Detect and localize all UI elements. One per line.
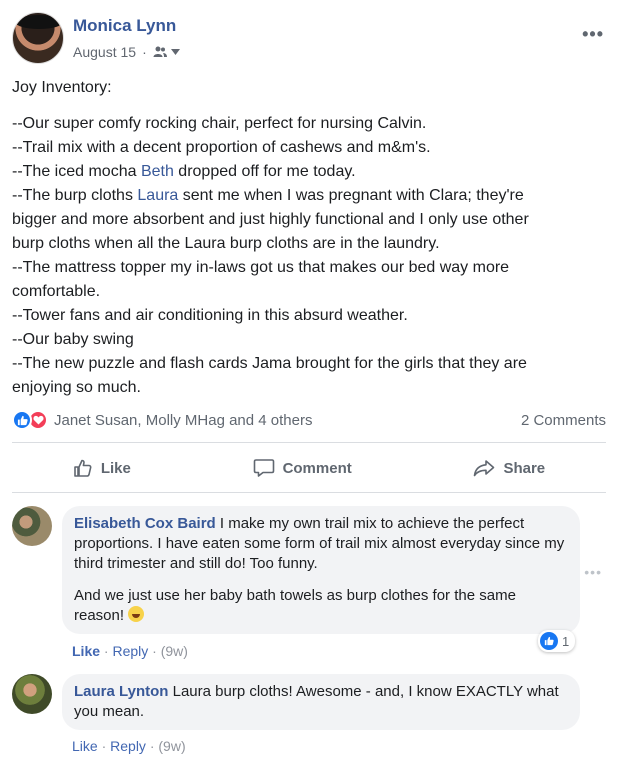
action-separator: · bbox=[103, 643, 109, 659]
comment-reply-link[interactable]: Reply bbox=[110, 738, 146, 754]
comment-time[interactable]: (9w) bbox=[161, 643, 188, 659]
comment-button-label: Comment bbox=[282, 459, 352, 477]
comments-section: Elisabeth Cox Baird I make my own trail … bbox=[0, 494, 618, 762]
mention-link[interactable]: Beth bbox=[141, 163, 174, 180]
like-button-label: Like bbox=[100, 459, 131, 477]
post-line: bigger and more absorbent and just highl… bbox=[12, 211, 529, 228]
post-line: comfortable. bbox=[12, 283, 101, 300]
like-reaction-icon bbox=[540, 632, 558, 650]
divider bbox=[12, 442, 606, 443]
post-line: --The iced mocha Beth dropped off for me… bbox=[12, 160, 606, 184]
share-button-label: Share bbox=[503, 459, 546, 477]
post-line: enjoying so much. bbox=[12, 379, 141, 396]
post-line: --The burp cloths Laura sent me when I w… bbox=[12, 184, 606, 208]
share-icon bbox=[474, 460, 495, 477]
laughing-emoji-icon bbox=[128, 606, 145, 622]
post-text: --The iced mocha bbox=[12, 163, 141, 180]
comments-count[interactable]: 2 Comments bbox=[521, 412, 606, 429]
divider bbox=[12, 492, 606, 493]
author-avatar[interactable] bbox=[12, 12, 64, 64]
reaction-summary[interactable]: Janet Susan, Molly MHag and 4 others bbox=[12, 410, 312, 430]
commenter-avatar[interactable] bbox=[12, 674, 52, 714]
mention-link[interactable]: Laura bbox=[137, 187, 178, 204]
comment-actions: Like · Reply · (9w) bbox=[72, 738, 186, 754]
reaction-names[interactable]: Janet Susan, Molly MHag and 4 others bbox=[54, 412, 312, 429]
comment-item: Laura Lynton Laura burp cloths! Awesome … bbox=[12, 674, 612, 758]
post-meta: August 15 · bbox=[73, 44, 180, 60]
share-button[interactable]: Share bbox=[455, 452, 563, 484]
reaction-icons bbox=[12, 410, 48, 430]
comment-icon bbox=[253, 459, 274, 477]
post-line: --The new puzzle and flash cards Jama br… bbox=[12, 355, 527, 372]
chevron-down-icon[interactable] bbox=[170, 49, 180, 55]
comment-actions: Like · Reply · (9w) bbox=[72, 643, 188, 659]
post-header: Monica Lynn August 15 · ••• bbox=[12, 12, 612, 64]
comment-reply-link[interactable]: Reply bbox=[112, 643, 148, 659]
thumbs-up-icon bbox=[74, 459, 92, 477]
friends-icon[interactable] bbox=[153, 46, 167, 58]
action-separator: · bbox=[101, 738, 107, 754]
post-line: --Trail mix with a decent proportion of … bbox=[12, 139, 431, 156]
comment-like-link[interactable]: Like bbox=[72, 738, 98, 754]
like-reaction-icon bbox=[12, 410, 32, 430]
post-line: --The mattress topper my in-laws got us … bbox=[12, 259, 510, 276]
reactions-bar: Janet Susan, Molly MHag and 4 others 2 C… bbox=[12, 406, 606, 434]
comment-button[interactable]: Comment bbox=[235, 452, 370, 484]
more-options-icon[interactable]: ••• bbox=[582, 24, 604, 45]
post-line: Joy Inventory: bbox=[12, 79, 112, 96]
comment-time[interactable]: (9w) bbox=[158, 738, 185, 754]
post-date[interactable]: August 15 bbox=[73, 44, 136, 60]
action-separator: · bbox=[149, 738, 155, 754]
commenter-avatar[interactable] bbox=[12, 506, 52, 546]
comment-bubble: Laura Lynton Laura burp cloths! Awesome … bbox=[62, 674, 580, 730]
post-text: sent me when I was pregnant with Clara; … bbox=[178, 187, 524, 204]
reaction-count: 1 bbox=[562, 633, 570, 649]
post-text: dropped off for me today. bbox=[173, 163, 356, 180]
post-line: burp cloths when all the Laura burp clot… bbox=[12, 235, 440, 252]
post-line: --Tower fans and air conditioning in thi… bbox=[12, 307, 408, 324]
post-line: --Our super comfy rocking chair, perfect… bbox=[12, 115, 427, 132]
meta-separator: · bbox=[142, 44, 147, 60]
comment-like-link[interactable]: Like bbox=[72, 643, 100, 659]
like-button[interactable]: Like bbox=[55, 452, 149, 484]
post-line: --Our baby swing bbox=[12, 331, 134, 348]
comment-bubble: Elisabeth Cox Baird I make my own trail … bbox=[62, 506, 580, 634]
post-author-name[interactable]: Monica Lynn bbox=[73, 16, 176, 36]
commenter-name[interactable]: Elisabeth Cox Baird bbox=[74, 515, 216, 532]
post-text: --The burp cloths bbox=[12, 187, 138, 204]
post-actions: Like Comment Share bbox=[12, 448, 606, 488]
comment-more-icon[interactable]: ••• bbox=[584, 564, 602, 580]
commenter-name[interactable]: Laura Lynton bbox=[74, 683, 168, 700]
comment-reaction-count[interactable]: 1 bbox=[538, 630, 576, 652]
comment-item: Elisabeth Cox Baird I make my own trail … bbox=[12, 506, 612, 666]
action-separator: · bbox=[152, 643, 157, 659]
post-body: Joy Inventory: --Our super comfy rocking… bbox=[12, 76, 606, 400]
